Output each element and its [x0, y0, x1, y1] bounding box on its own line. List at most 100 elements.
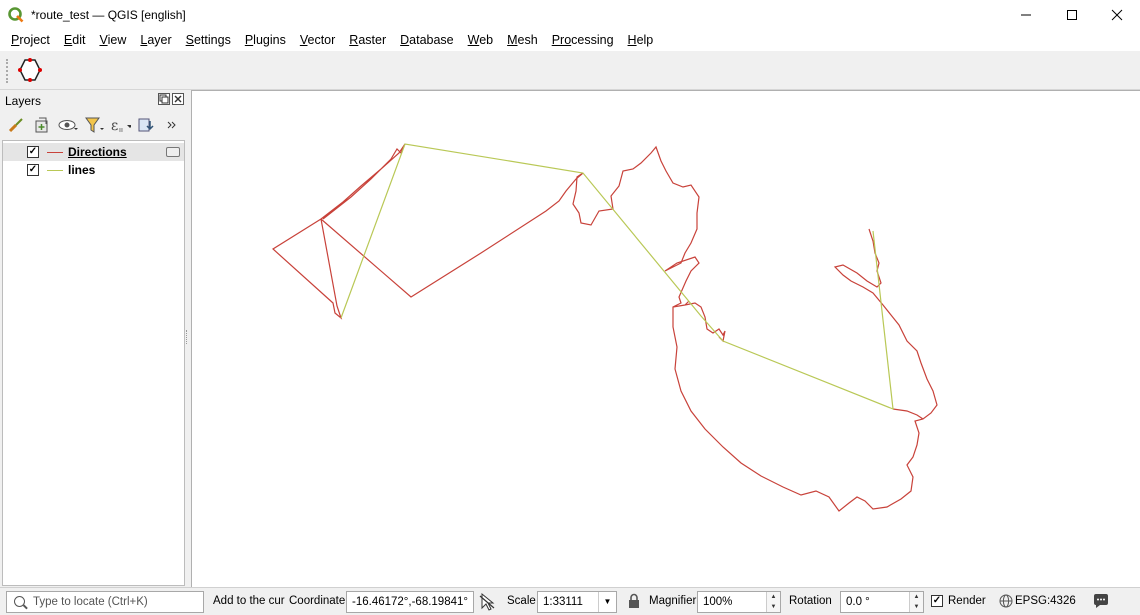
expand-all-button[interactable] — [135, 115, 157, 135]
more-tools-button[interactable] — [161, 115, 183, 135]
scale-value: 1:33111 — [543, 596, 583, 608]
menu-item-help[interactable]: Help — [621, 30, 661, 51]
menu-item-settings[interactable]: Settings — [179, 30, 238, 51]
spin-arrows-icon[interactable]: ▲ ▼ — [909, 592, 923, 612]
filter-legend-button[interactable] — [83, 115, 105, 135]
line-symbol-icon — [47, 151, 63, 153]
menu-item-plugins[interactable]: Plugins — [238, 30, 293, 51]
crs-label[interactable]: EPSG:4326 — [1015, 595, 1076, 607]
add-group-button[interactable] — [31, 115, 53, 135]
status-message: Add to the cur — [213, 595, 285, 607]
toolbar-grip[interactable] — [6, 59, 9, 83]
menu-item-database[interactable]: Database — [393, 30, 461, 51]
minimize-icon — [1021, 14, 1031, 16]
menu-item-mnemonic: W — [467, 33, 480, 47]
crs-button[interactable] — [999, 594, 1013, 611]
menu-item-label: ector — [307, 33, 336, 47]
menu-bar: Project Edit View Layer Settings Plugins Vecto… — [0, 30, 1140, 51]
expand-all-icon — [138, 118, 154, 132]
filter-icon — [85, 117, 104, 133]
layers-panel: Layers ε ıı ✓ Directions ✓ lines — [0, 90, 187, 587]
rotation-value: 0.0 ° — [846, 596, 870, 608]
layer-name: lines — [68, 163, 96, 177]
locator-placeholder: Type to locate (Ctrl+K) — [33, 596, 148, 608]
lock-scale-button[interactable] — [627, 593, 641, 612]
render-checkbox[interactable]: ✓ — [931, 595, 943, 607]
menu-item-mesh[interactable]: Mesh — [500, 30, 545, 51]
qgis-logo-icon — [8, 7, 24, 23]
panel-splitter-handle[interactable] — [186, 330, 188, 344]
menu-item-layer[interactable]: Layer — [133, 30, 178, 51]
coordinate-field[interactable]: -16.46172°,-68.19841° — [346, 591, 474, 613]
menu-item-raster[interactable]: Raster — [342, 30, 393, 51]
menu-item-label: ayer — [147, 33, 172, 47]
menu-item-processing[interactable]: Processing — [545, 30, 621, 51]
menu-item-label: lugins — [253, 33, 286, 47]
style-manager-button[interactable] — [5, 115, 27, 135]
window-title: *route_test — QGIS [english] — [31, 8, 186, 22]
toggle-extents-button[interactable] — [478, 592, 496, 615]
coordinate-value: -16.46172°,-68.19841° — [352, 596, 468, 608]
menu-item-project[interactable]: Project — [4, 30, 57, 51]
menu-item-mnemonic: M — [507, 33, 518, 47]
directions-route-east — [572, 145, 938, 512]
close-button[interactable] — [1094, 0, 1140, 30]
layer-indicator-icon[interactable] — [166, 147, 180, 157]
magnifier-spinbox[interactable]: 100% ▲ ▼ — [697, 591, 781, 613]
menu-item-mnemonic: R — [349, 33, 359, 47]
close-icon — [174, 95, 182, 103]
eye-icon — [58, 120, 78, 130]
menu-item-web[interactable]: Web — [461, 30, 500, 51]
rotation-spinbox[interactable]: 0.0 ° ▲ ▼ — [840, 591, 924, 613]
svg-text:ε: ε — [111, 118, 118, 134]
menu-item-label: eb — [479, 33, 494, 47]
magnifier-value: 100% — [703, 596, 733, 608]
menu-item-mnemonic: V — [299, 33, 308, 47]
close-panel-button[interactable] — [172, 93, 184, 105]
menu-item-label: elp — [636, 33, 654, 47]
scale-combobox[interactable]: 1:33111 ▼ — [537, 591, 617, 613]
paintbrush-icon — [8, 118, 23, 133]
layer-tree: ✓ Directions ✓ lines — [2, 140, 185, 586]
layer-row-lines[interactable]: ✓ lines — [3, 161, 184, 179]
menu-item-label: iew — [107, 33, 127, 47]
float-icon — [159, 94, 169, 104]
map-svg — [272, 143, 938, 512]
map-canvas[interactable] — [191, 90, 1140, 587]
rotation-label: Rotation — [789, 595, 832, 607]
menu-item-edit[interactable]: Edit — [57, 30, 93, 51]
maximize-button[interactable] — [1049, 0, 1095, 30]
float-panel-button[interactable] — [158, 93, 170, 105]
lines-path — [340, 143, 894, 410]
chevron-down-icon[interactable]: ▼ — [598, 592, 616, 612]
menu-item-mnemonic: H — [627, 33, 637, 47]
layer-row-directions[interactable]: ✓ Directions — [3, 143, 184, 161]
status-bar: Type to locate (Ctrl+K) Add to the cur C… — [0, 587, 1140, 615]
layer-visibility-checkbox[interactable]: ✓ — [27, 146, 39, 158]
coordinate-label: Coordinate — [289, 595, 346, 607]
menu-item-mnemonic: V — [99, 33, 108, 47]
filter-expression-button[interactable]: ε ıı — [109, 115, 131, 135]
locator-search-input[interactable]: Type to locate (Ctrl+K) — [6, 591, 204, 613]
menu-item-view[interactable]: View — [92, 30, 133, 51]
mouse-pointer-icon — [479, 592, 495, 611]
route-plugin-button[interactable] — [17, 57, 43, 83]
epsilon-filter-icon: ε ıı — [111, 118, 131, 134]
menu-item-label: ettings — [193, 33, 231, 47]
line-symbol-icon — [47, 169, 63, 171]
manage-visibility-button[interactable] — [57, 115, 79, 135]
lock-icon — [629, 593, 639, 608]
menu-item-label: cessing — [571, 33, 614, 47]
menu-item-label: roject — [19, 33, 50, 47]
messages-button[interactable] — [1092, 592, 1110, 613]
spin-arrows-icon[interactable]: ▲ ▼ — [766, 592, 780, 612]
layer-visibility-checkbox[interactable]: ✓ — [27, 164, 39, 176]
layers-panel-title: Layers — [5, 94, 42, 108]
menu-item-mnemonic: D — [400, 33, 410, 47]
maximize-icon — [1067, 10, 1077, 20]
minimize-button[interactable] — [1003, 0, 1049, 30]
directions-route-west — [272, 143, 584, 320]
render-label: Render — [948, 595, 986, 607]
menu-item-mnemonic: S — [185, 33, 194, 47]
menu-item-vector[interactable]: Vector — [293, 30, 342, 51]
